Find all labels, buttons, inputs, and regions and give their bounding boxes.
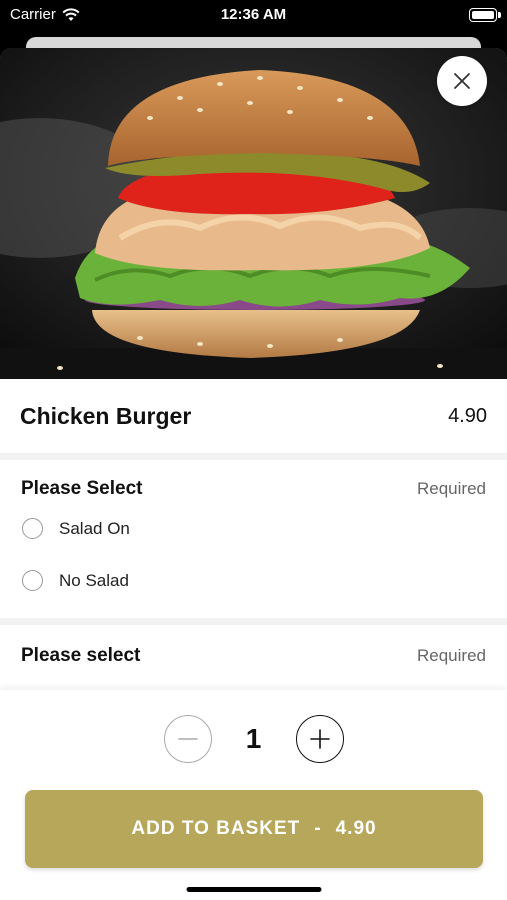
quantity-stepper: 1 bbox=[0, 714, 507, 764]
section-header-2: Please select Required bbox=[0, 645, 507, 667]
decrease-quantity-button[interactable] bbox=[163, 715, 212, 763]
quantity-value: 1 bbox=[245, 723, 262, 754]
close-button[interactable] bbox=[437, 56, 487, 106]
home-indicator bbox=[186, 887, 321, 892]
add-to-basket-button[interactable]: ADD TO BASKET - 4.90 bbox=[25, 790, 483, 868]
section-header-1: Please Select Required bbox=[0, 478, 507, 500]
close-icon bbox=[454, 73, 470, 89]
option-salad-on[interactable]: Salad On bbox=[22, 518, 130, 539]
status-bar: Carrier 12:36 AM bbox=[0, 0, 507, 30]
option-label: Salad On bbox=[59, 518, 130, 538]
product-header: Chicken Burger 4.90 bbox=[0, 379, 507, 453]
minus-icon bbox=[177, 738, 198, 740]
section-divider bbox=[0, 618, 507, 625]
section-title: Please select bbox=[21, 645, 141, 666]
section-title: Please Select bbox=[21, 478, 143, 499]
add-button-price: 4.90 bbox=[335, 818, 377, 839]
radio-button[interactable] bbox=[22, 518, 43, 539]
required-badge: Required bbox=[417, 646, 486, 665]
required-badge: Required bbox=[417, 479, 486, 498]
option-no-salad[interactable]: No Salad bbox=[22, 570, 129, 591]
add-button-separator: - bbox=[314, 818, 322, 839]
product-name: Chicken Burger bbox=[20, 402, 192, 429]
product-price: 4.90 bbox=[448, 404, 487, 427]
product-sheet: Chicken Burger 4.90 Please Select Requir… bbox=[0, 48, 507, 900]
add-button-label: ADD TO BASKET bbox=[131, 818, 301, 839]
status-time: 12:36 AM bbox=[220, 6, 287, 23]
option-label: No Salad bbox=[59, 570, 129, 590]
product-image bbox=[0, 48, 507, 379]
footer-panel: 1 ADD TO BASKET - 4.90 bbox=[0, 690, 507, 900]
radio-button[interactable] bbox=[22, 570, 43, 591]
battery-icon bbox=[469, 8, 501, 22]
increase-quantity-button[interactable] bbox=[295, 715, 344, 763]
section-divider bbox=[0, 453, 507, 460]
plus-icon bbox=[309, 729, 330, 749]
